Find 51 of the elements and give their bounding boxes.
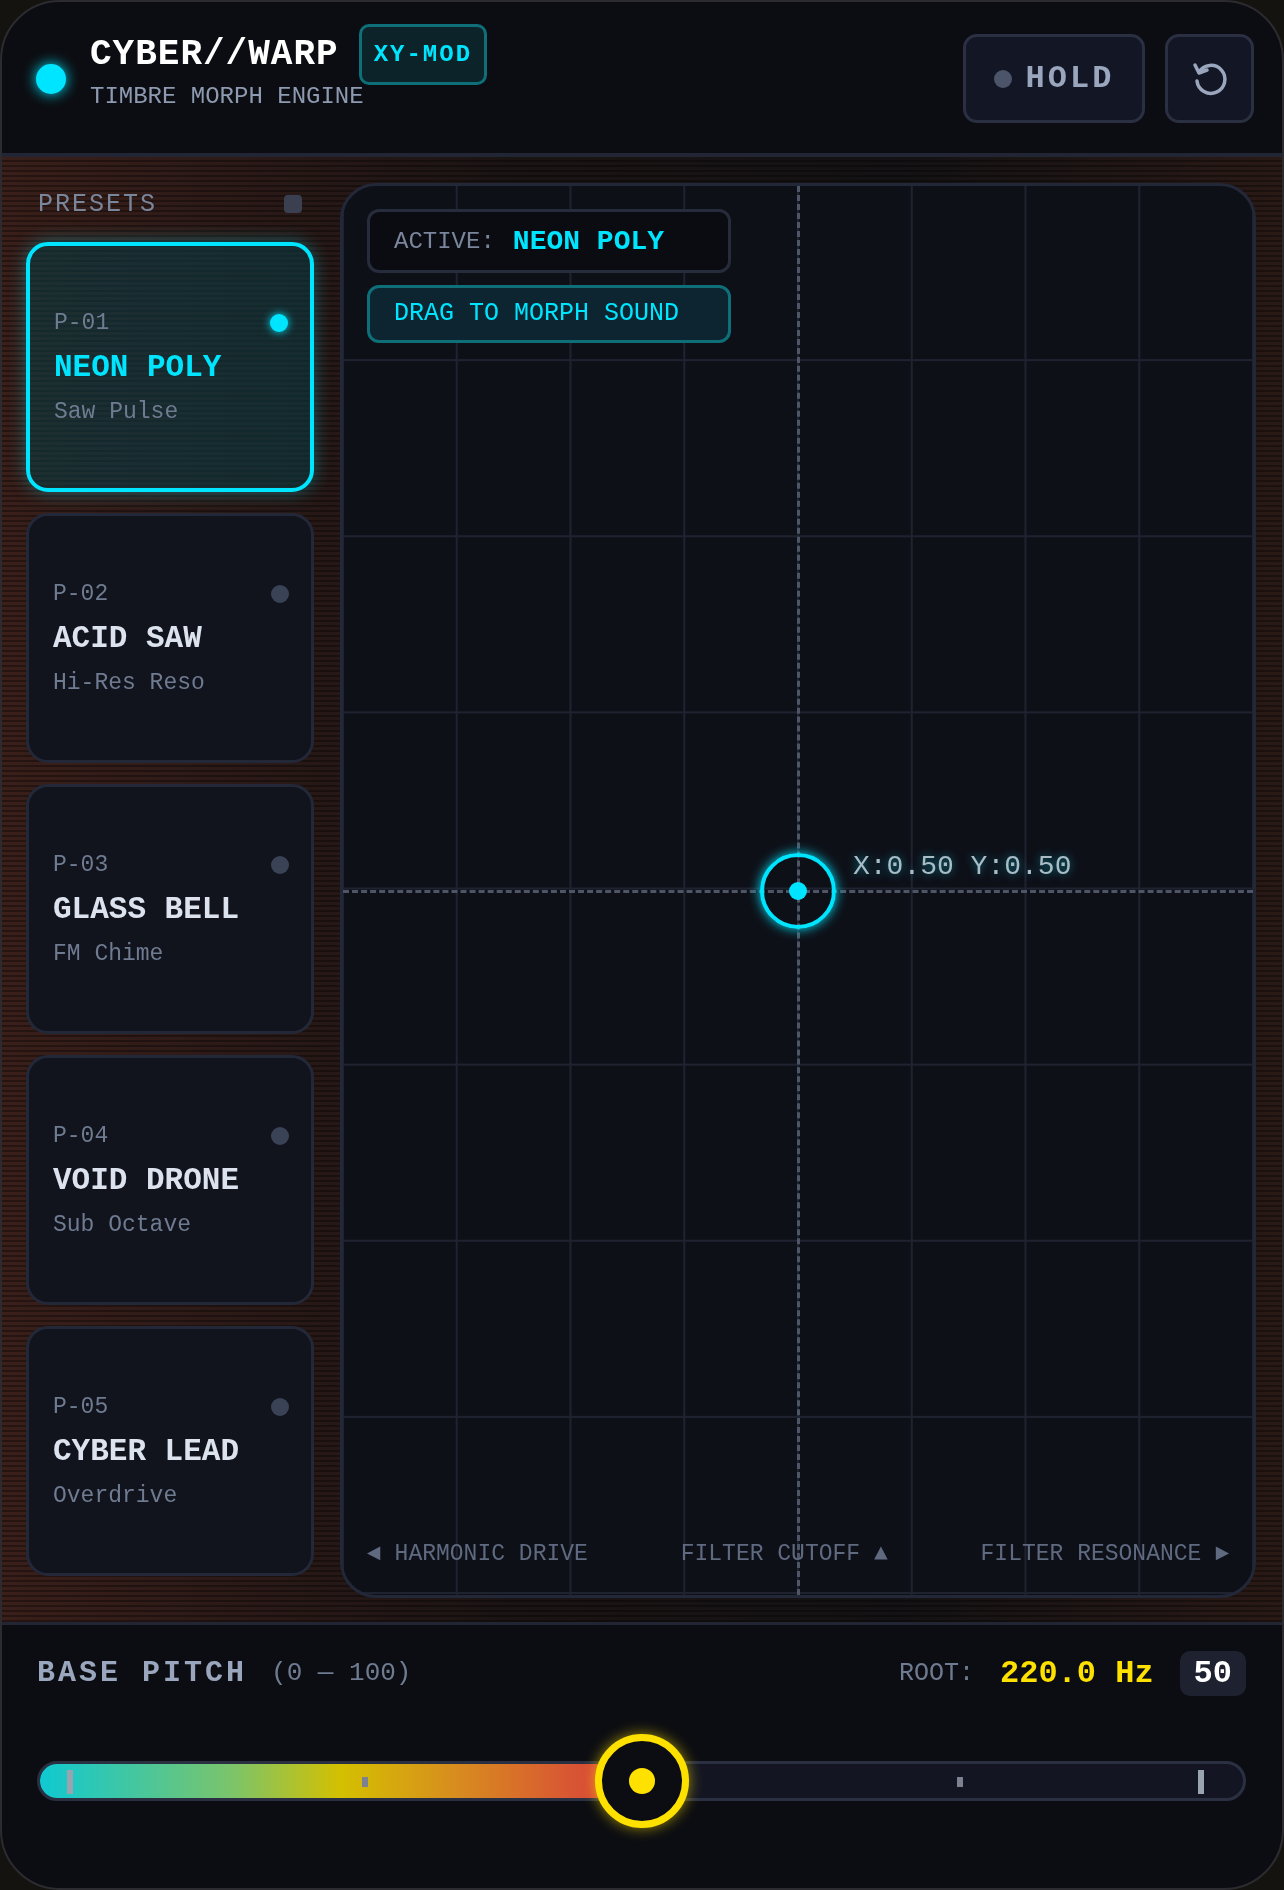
preset-name: CYBER LEAD <box>53 1433 241 1469</box>
slider-tick <box>1197 1770 1204 1794</box>
slider-tick <box>67 1770 74 1794</box>
pitch-slider[interactable] <box>37 1734 1246 1828</box>
axis-label: FILTER CUTOFF ▲ <box>680 1541 888 1567</box>
xy-pad[interactable]: ACTIVE: NEON POLY DRAG TO MORPH SOUND X:0.50 Y:0.50 ◄ HARMONIC DRIVE FILTER CUTOFF ▲ FILTER RESONANCE ► <box>340 183 1256 1598</box>
xy-readout: X:0.50 Y:0.50 <box>853 850 1072 882</box>
preset-name: VOID DRONE <box>53 1162 241 1198</box>
pitch-value: 50 <box>1179 1650 1246 1696</box>
reset-button[interactable] <box>1165 34 1254 123</box>
preset-code: P-02 <box>53 580 109 607</box>
active-preset-display: ACTIVE: NEON POLY <box>367 209 731 273</box>
app-title: CYBER//WARP <box>90 34 339 75</box>
preset-code: P-05 <box>53 1393 109 1420</box>
preset-status-dot <box>271 855 289 874</box>
preset-status-dot <box>271 1397 289 1416</box>
preset-card[interactable]: P-03 GLASS BELL FM Chime <box>26 784 314 1034</box>
preset-subtitle: FM Chime <box>53 940 165 967</box>
xy-cursor-handle[interactable] <box>760 852 836 929</box>
range-label: (0 — 100) <box>271 1658 412 1688</box>
preset-card[interactable]: P-01 NEON POLY Saw Pulse <box>26 242 314 492</box>
root-label: ROOT: <box>898 1658 974 1688</box>
preset-name: NEON POLY <box>54 349 223 385</box>
preset-card[interactable]: P-04 VOID DRONE Sub Octave <box>26 1055 314 1305</box>
preset-card[interactable]: P-02 ACID SAW Hi-Res Reso <box>26 513 314 763</box>
axis-label: FILTER RESONANCE ► <box>980 1541 1229 1567</box>
preset-subtitle: Overdrive <box>53 1482 179 1509</box>
preset-name: GLASS BELL <box>53 891 241 927</box>
presets-heading: PRESETS <box>38 189 158 219</box>
slider-tick <box>361 1777 368 1787</box>
preset-code: P-01 <box>54 309 110 336</box>
preset-status-dot <box>271 1126 289 1145</box>
mode-badge: XY-MOD <box>358 24 488 85</box>
preset-status-dot <box>270 313 288 332</box>
axis-label: ◄ HARMONIC DRIVE <box>367 1541 588 1567</box>
preset-subtitle: Saw Pulse <box>54 398 180 425</box>
root-frequency: 220.0 Hz <box>999 1654 1154 1692</box>
drag-hint: DRAG TO MORPH SOUND <box>367 285 731 343</box>
preset-name: ACID SAW <box>53 620 203 656</box>
preset-card[interactable]: P-05 CYBER LEAD Overdrive <box>26 1326 314 1576</box>
preset-subtitle: Hi-Res Reso <box>53 669 206 696</box>
slider-tick <box>957 1777 964 1787</box>
app-subtitle: TIMBRE MORPH ENGINE <box>90 83 365 110</box>
preset-subtitle: Sub Octave <box>53 1211 193 1238</box>
preset-code: P-03 <box>53 851 109 878</box>
hold-button[interactable]: HOLD <box>963 34 1145 123</box>
base-pitch-label: BASE PITCH <box>37 1656 248 1690</box>
square-icon <box>284 195 302 213</box>
preset-code: P-04 <box>53 1122 109 1149</box>
pitch-slider-thumb[interactable] <box>594 1734 689 1828</box>
preset-status-dot <box>271 584 289 603</box>
